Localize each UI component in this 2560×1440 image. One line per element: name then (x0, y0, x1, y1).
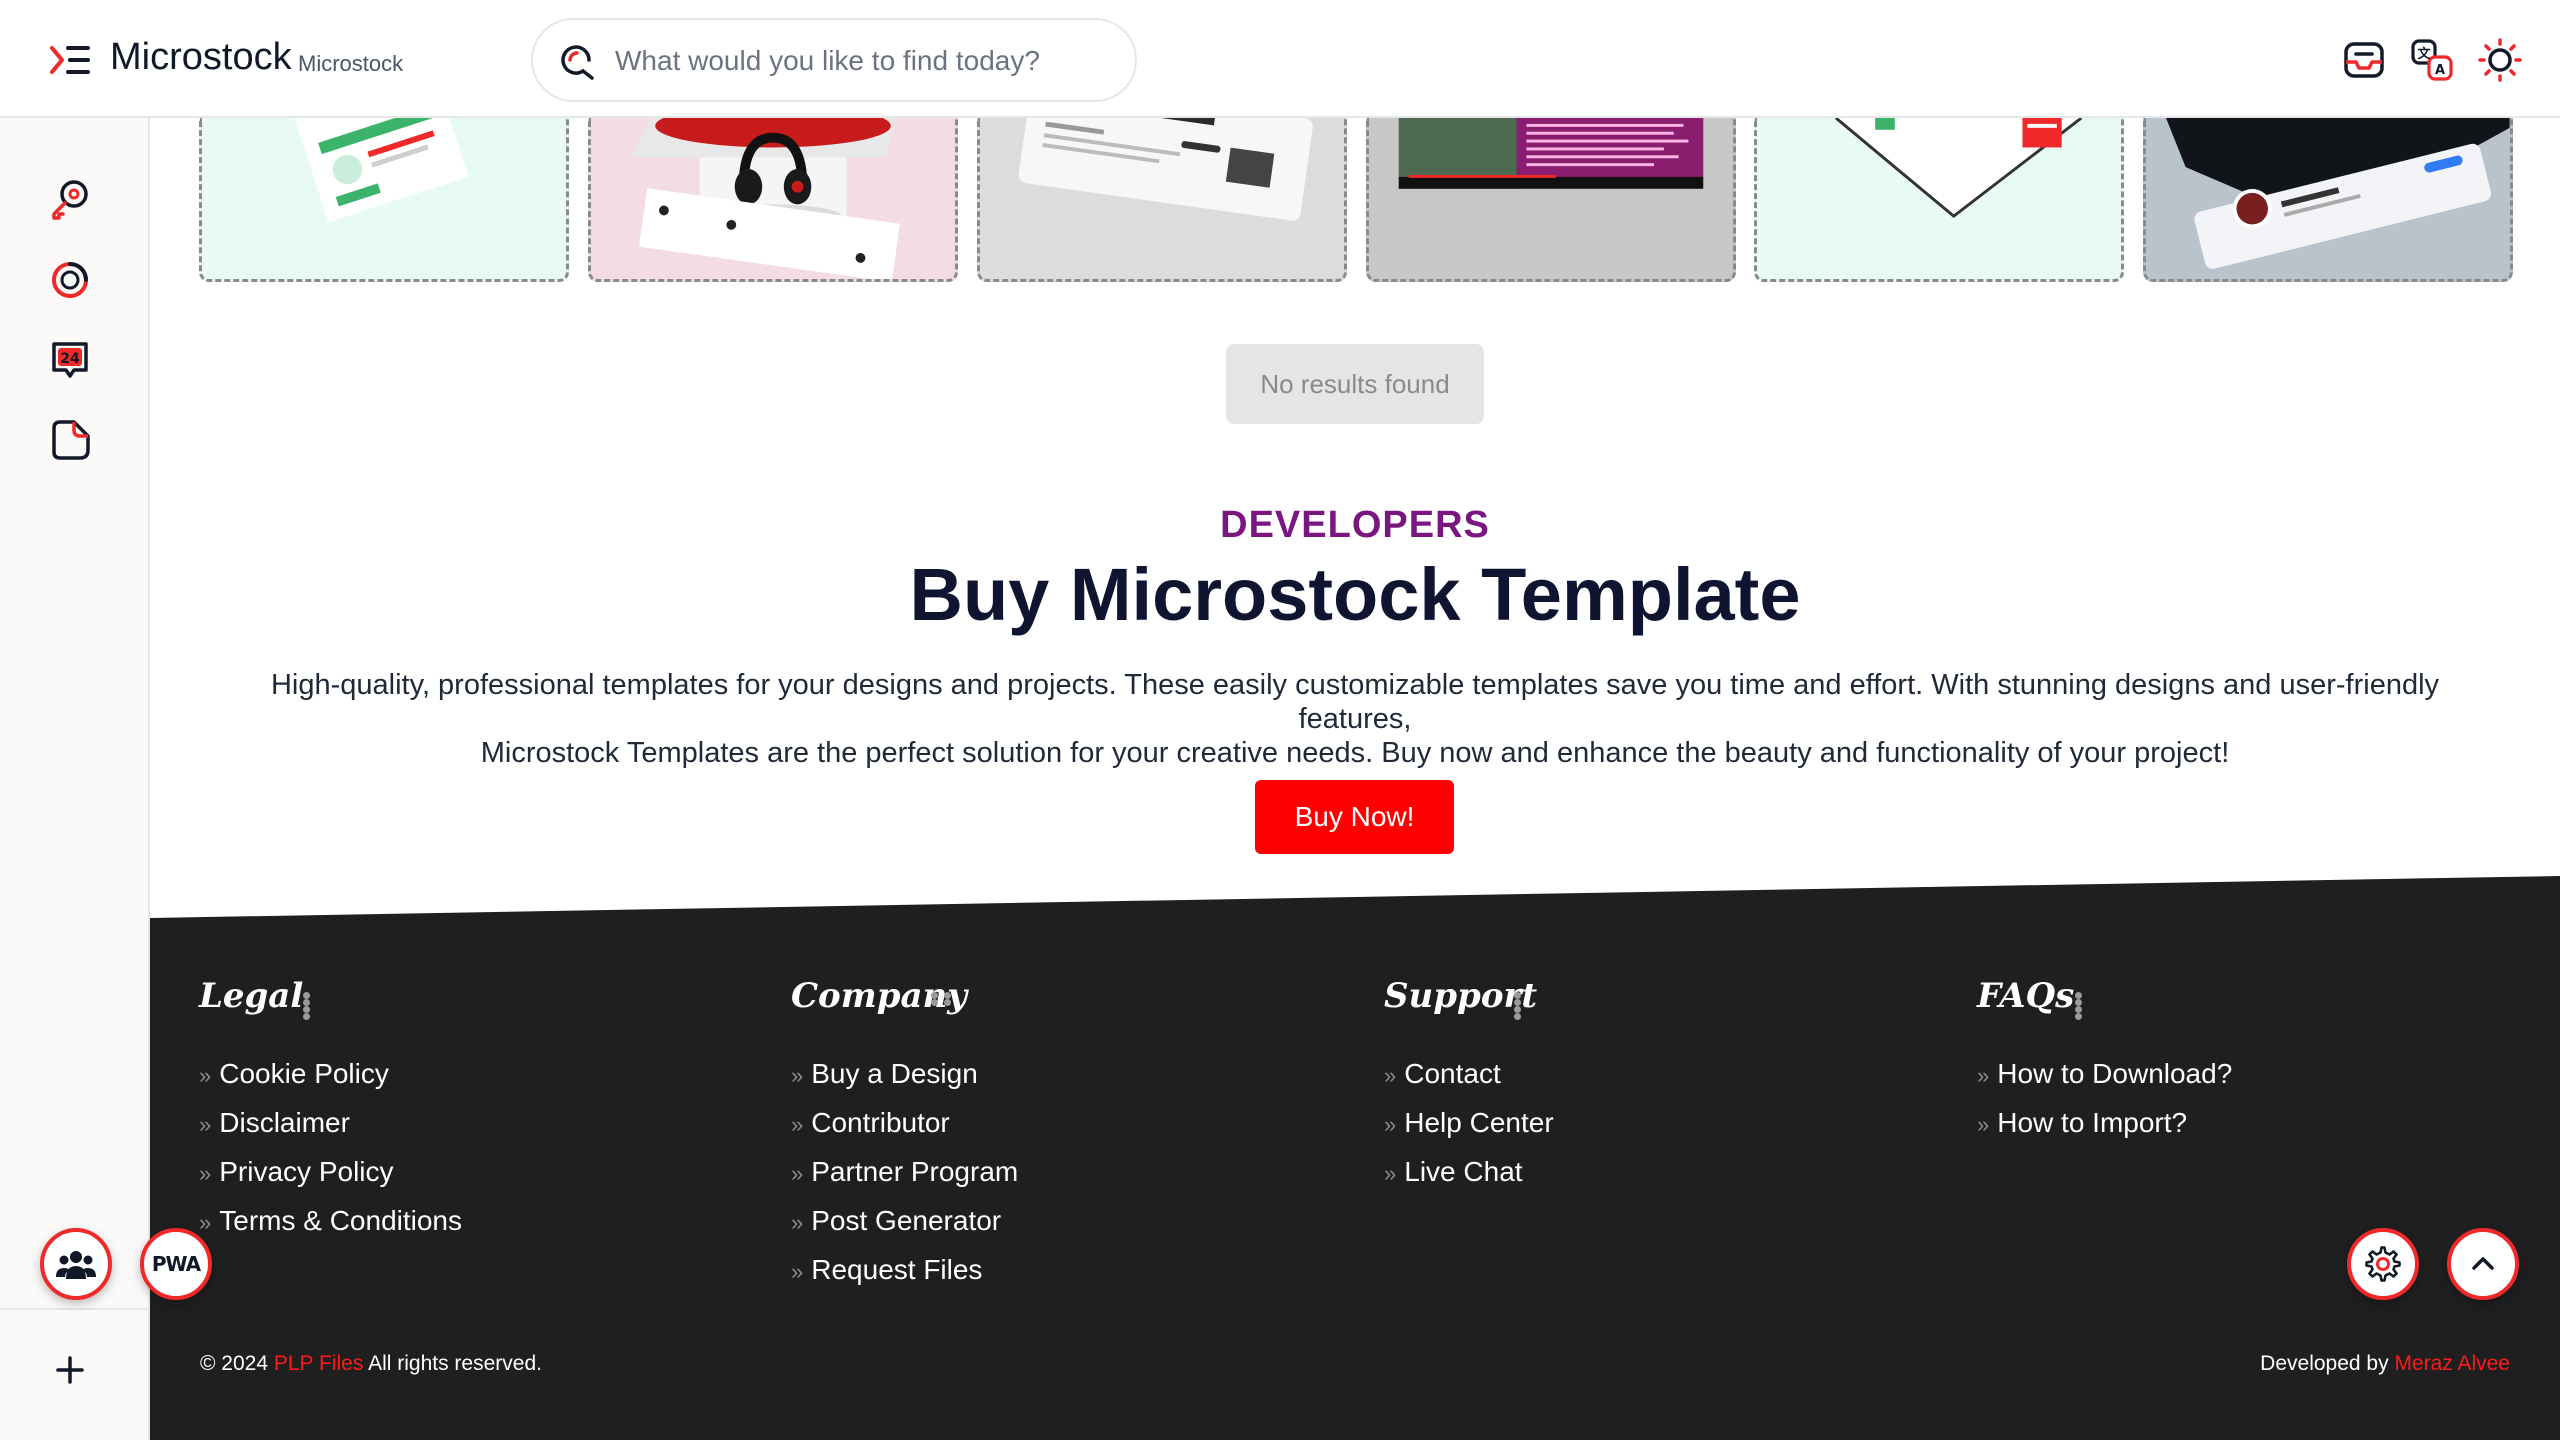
section-description: High-quality, professional templates for… (250, 668, 2460, 770)
footer-link-cookie-policy[interactable]: » Cookie Policy (199, 1058, 462, 1107)
footer-link-terms[interactable]: » Terms & Conditions (199, 1205, 462, 1254)
footer-links: » Contact » Help Center » Live Chat (1384, 1058, 1554, 1205)
heading-dots (303, 992, 316, 1020)
settings-button[interactable] (2347, 1228, 2419, 1300)
footer-column-faqs: FAQs » How to Download? » How to Import? (1977, 976, 2232, 1138)
footer-links: » How to Download? » How to Import? (1977, 1058, 2232, 1156)
loading-ring-icon[interactable] (48, 258, 92, 302)
brand-subtitle: Microstock (298, 51, 404, 76)
section-title: Buy Microstock Template (909, 553, 1801, 636)
heading-dots (931, 992, 967, 1006)
template-card[interactable] (1366, 118, 1736, 282)
template-card[interactable] (588, 118, 958, 282)
translate-icon[interactable]: 文 A (2410, 38, 2454, 82)
footer-heading: FAQs (1977, 976, 2075, 1016)
template-card[interactable] (977, 118, 1347, 282)
footer-link-privacy-policy[interactable]: » Privacy Policy (199, 1156, 462, 1205)
add-icon[interactable] (52, 1352, 88, 1388)
copyright-prefix: © 2024 (200, 1352, 269, 1375)
site-link[interactable]: PLP Files (274, 1352, 364, 1375)
footer-links: » Buy a Design » Contributor » Partner Prog… (791, 1058, 1018, 1303)
gear-icon (2365, 1246, 2401, 1282)
svg-text:文: 文 (2417, 46, 2431, 62)
key-search-icon[interactable] (48, 178, 92, 222)
developed-by-label: Developed by (2260, 1352, 2389, 1375)
heading-dots (1514, 992, 1537, 1020)
description-line: High-quality, professional templates for… (270, 669, 2440, 735)
footer-link-partner-program[interactable]: » Partner Program (791, 1156, 1018, 1205)
search-bar[interactable] (531, 18, 1137, 102)
footer-link-request-files[interactable]: » Request Files (791, 1254, 1018, 1303)
brand-name[interactable]: Microstock (110, 36, 292, 79)
no-results-message: No results found (1226, 344, 1484, 424)
card-thumbnail (1834, 118, 2083, 219)
footer-link-disclaimer[interactable]: » Disclaimer (199, 1107, 462, 1156)
footer-links: » Cookie Policy » Disclaimer » Privacy Poli… (199, 1058, 462, 1254)
theme-sun-icon[interactable] (2478, 38, 2522, 82)
community-button[interactable] (40, 1228, 112, 1300)
card-thumbnail (2166, 118, 2510, 269)
template-card[interactable] (2143, 118, 2513, 282)
svg-text:A: A (2435, 63, 2445, 78)
heading-dots (2075, 992, 2088, 1020)
footer-link-post-generator[interactable]: » Post Generator (791, 1205, 1018, 1254)
scroll-top-button[interactable] (2447, 1228, 2519, 1300)
support-badge-text: 24 (60, 351, 80, 367)
footer-link-how-to-import[interactable]: » How to Import? (1977, 1107, 2232, 1156)
footer-link-help-center[interactable]: » Help Center (1384, 1107, 1554, 1156)
search-icon[interactable] (559, 42, 599, 82)
footer-column-company: Company » Buy a Design » Contributor » Part… (791, 976, 1018, 1285)
buy-now-button[interactable]: Buy Now! (1255, 780, 1454, 854)
card-thumbnail (288, 118, 469, 223)
users-icon (56, 1251, 96, 1279)
footer-link-live-chat[interactable]: » Live Chat (1384, 1156, 1554, 1205)
footer-heading: Legal (199, 976, 304, 1016)
sidebar-divider (0, 1308, 150, 1310)
chevron-up-icon (2472, 1257, 2494, 1270)
section-eyebrow: DEVELOPERS (1220, 504, 1490, 546)
card-thumbnail (630, 118, 900, 279)
footer-link-contact[interactable]: » Contact (1384, 1058, 1554, 1107)
inbox-icon[interactable] (2342, 38, 2386, 82)
pwa-label: PWA (151, 1252, 201, 1276)
menu-toggle-icon[interactable] (48, 40, 92, 80)
footer-link-how-to-download[interactable]: » How to Download? (1977, 1058, 2232, 1107)
developer-link[interactable]: Meraz Alvee (2394, 1352, 2510, 1375)
template-card[interactable] (199, 118, 569, 282)
top-header: Microstock Microstock 文 A (0, 0, 2560, 118)
footer-link-buy-design[interactable]: » Buy a Design (791, 1058, 1018, 1107)
card-thumbnail (1018, 118, 1313, 221)
support-24-icon[interactable]: 24 (48, 338, 92, 382)
copyright-suffix: All rights reserved. (368, 1352, 542, 1375)
template-card[interactable] (1754, 118, 2124, 282)
footer-column-support: Support » Contact » Help Center » Live Chat (1384, 976, 1554, 1187)
pwa-install-button[interactable]: PWA (140, 1228, 212, 1300)
footer-link-contributor[interactable]: » Contributor (791, 1107, 1018, 1156)
search-input[interactable] (615, 38, 1115, 84)
copyright-text: © 2024 PLP Files All rights reserved. (200, 1352, 542, 1376)
footer-column-legal: Legal » Cookie Policy » Disclaimer » Privac… (199, 976, 462, 1236)
card-thumbnail (1398, 118, 1704, 189)
description-line: Microstock Templates are the perfect sol… (480, 737, 2230, 769)
developer-credit: Developed by Meraz Alvee (2260, 1352, 2510, 1376)
sticky-note-icon[interactable] (48, 418, 92, 462)
